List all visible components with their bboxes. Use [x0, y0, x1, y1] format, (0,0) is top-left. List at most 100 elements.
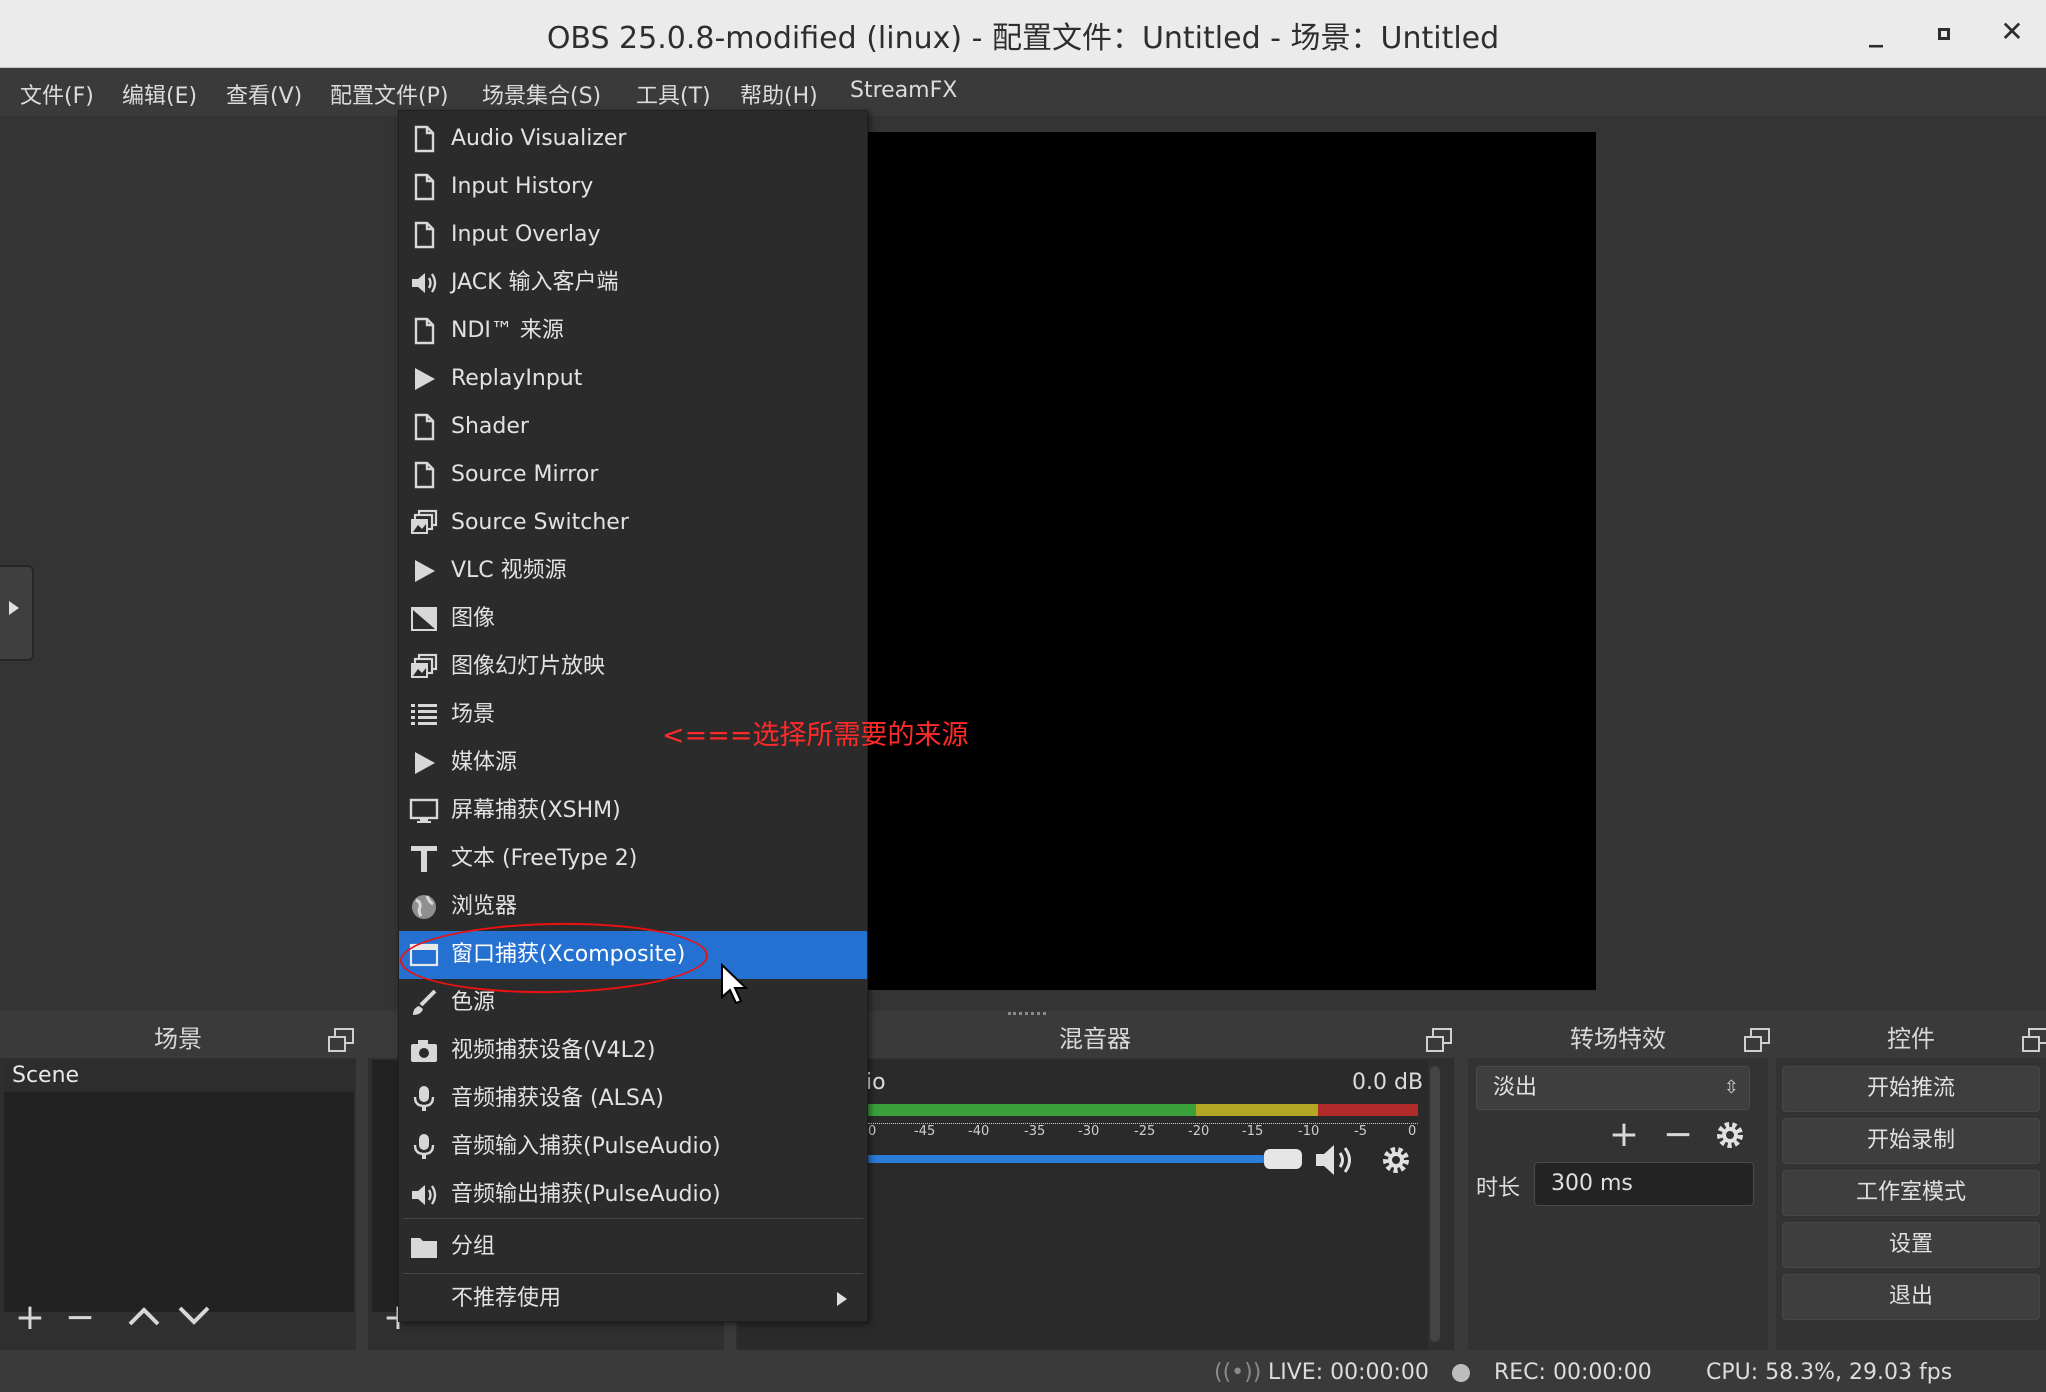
menu-item-label: 场景 — [451, 702, 496, 727]
menu-scene-collection[interactable]: 场景集合(S) — [482, 78, 601, 110]
menu-item-source[interactable]: Input Overlay — [399, 211, 867, 259]
menu-item-label: 屏幕捕获(XSHM) — [451, 798, 621, 823]
remove-scene-button[interactable]: − — [62, 1300, 98, 1336]
settings-button[interactable]: 设置 — [1782, 1222, 2040, 1268]
tick-label: -25 — [1134, 1124, 1156, 1139]
undock-icon[interactable] — [1744, 1028, 1770, 1052]
move-scene-up-button[interactable] — [126, 1300, 162, 1337]
play-icon — [415, 560, 435, 582]
monitor-icon — [409, 798, 439, 823]
gear-icon[interactable] — [1378, 1142, 1414, 1178]
volume-slider[interactable] — [866, 1155, 1266, 1163]
play-icon — [415, 368, 435, 390]
menu-item-label: 浏览器 — [451, 894, 518, 919]
scenes-dock-title: 场景 — [0, 1020, 356, 1058]
dock-splitter-handle[interactable] — [1008, 1012, 1046, 1018]
mixer-scrollbar[interactable] — [1430, 1066, 1440, 1342]
add-transition-button[interactable]: + — [1606, 1117, 1642, 1153]
close-button[interactable]: ✕ — [1994, 14, 2030, 50]
live-signal-icon: ((•)) — [1214, 1360, 1262, 1385]
obs-window: OBS 25.0.8-modified (linux) - 配置文件：Untit… — [0, 0, 2046, 1392]
remove-transition-button[interactable]: − — [1660, 1117, 1696, 1153]
studio-mode-button[interactable]: 工作室模式 — [1782, 1170, 2040, 1216]
brush-icon — [413, 989, 437, 1015]
menu-separator — [403, 1273, 863, 1274]
move-scene-down-button[interactable] — [176, 1300, 212, 1337]
tick-label: -15 — [1242, 1124, 1264, 1139]
menu-item-source[interactable]: 浏览器 — [399, 883, 867, 931]
menu-tools[interactable]: 工具(T) — [636, 78, 711, 110]
start-streaming-button[interactable]: 开始推流 — [1782, 1066, 2040, 1112]
menu-item-label: Source Switcher — [451, 510, 629, 535]
menu-item-source[interactable]: JACK 输入客户端 — [399, 259, 867, 307]
menu-item-deprecated[interactable]: 不推荐使用 — [399, 1275, 867, 1323]
globe-icon — [412, 895, 436, 919]
transition-select[interactable]: 淡出 ⇳ — [1476, 1066, 1750, 1110]
file-icon — [414, 461, 435, 489]
menu-item-source[interactable]: 屏幕捕获(XSHM) — [399, 787, 867, 835]
volume-slider-handle[interactable] — [1264, 1149, 1302, 1169]
menu-item-source[interactable]: NDI™ 来源 — [399, 307, 867, 355]
tick-label: -35 — [1024, 1124, 1046, 1139]
duration-label: 时长 — [1476, 1176, 1521, 1201]
menu-item-source[interactable]: ReplayInput — [399, 355, 867, 403]
menu-item-source[interactable]: Audio Visualizer — [399, 115, 867, 163]
exit-button[interactable]: 退出 — [1782, 1274, 2040, 1320]
play-icon — [415, 752, 435, 774]
minimize-button[interactable]: _ — [1858, 14, 1894, 50]
duration-spinbox[interactable]: 300 ms — [1534, 1162, 1754, 1206]
tick-label: -5 — [1354, 1124, 1367, 1139]
menu-streamfx[interactable]: StreamFX — [850, 78, 957, 103]
menu-edit[interactable]: 编辑(E) — [122, 78, 197, 110]
menu-item-source[interactable]: Source Switcher — [399, 499, 867, 547]
speaker-icon[interactable] — [1312, 1140, 1362, 1180]
menu-item-label: Shader — [451, 414, 529, 439]
menu-item-source[interactable]: 音频输出捕获(PulseAudio) — [399, 1171, 867, 1219]
chevron-up-icon — [128, 1307, 160, 1326]
menu-item-source[interactable]: 音频输入捕获(PulseAudio) — [399, 1123, 867, 1171]
menu-item-source[interactable]: Source Mirror — [399, 451, 867, 499]
undock-icon[interactable] — [2022, 1028, 2046, 1052]
window-title: OBS 25.0.8-modified (linux) - 配置文件：Untit… — [546, 21, 1500, 56]
scenes-list: Scene — [4, 1060, 354, 1312]
menu-item-source[interactable]: Input History — [399, 163, 867, 211]
menu-item-label: NDI™ 来源 — [451, 318, 564, 343]
menu-item-source[interactable]: 文本 (FreeType 2) — [399, 835, 867, 883]
menu-item-label: ReplayInput — [451, 366, 583, 391]
side-panel-toggle[interactable] — [0, 565, 34, 661]
menu-view[interactable]: 查看(V) — [226, 78, 302, 110]
status-bar: ((•)) LIVE: 00:00:00 REC: 00:00:00 CPU: … — [0, 1352, 2046, 1392]
submenu-arrow-icon — [837, 1292, 847, 1306]
menu-item-source[interactable]: 音频捕获设备 (ALSA) — [399, 1075, 867, 1123]
tick-label: -45 — [914, 1124, 936, 1139]
menu-item-label: VLC 视频源 — [451, 558, 567, 583]
menu-item-label: Input History — [451, 174, 594, 199]
gear-icon[interactable] — [1712, 1117, 1748, 1153]
updown-icon: ⇳ — [1723, 1077, 1739, 1098]
volume-meter-yellow — [1196, 1104, 1318, 1116]
undock-icon[interactable] — [328, 1028, 354, 1052]
transition-select-value: 淡出 — [1493, 1075, 1538, 1100]
folder-icon — [411, 1238, 437, 1258]
maximize-button[interactable] — [1926, 14, 1962, 50]
menu-item-source[interactable]: 视频捕获设备(V4L2) — [399, 1027, 867, 1075]
menu-help[interactable]: 帮助(H) — [740, 78, 818, 110]
menu-separator — [403, 1218, 863, 1219]
tick-label: -10 — [1298, 1124, 1320, 1139]
preview-canvas[interactable] — [866, 132, 1596, 990]
menu-item-source[interactable]: 图像幻灯片放映 — [399, 643, 867, 691]
menu-item-group[interactable]: 分组 — [399, 1221, 867, 1273]
undock-icon[interactable] — [1426, 1028, 1452, 1052]
menu-item-source[interactable]: VLC 视频源 — [399, 547, 867, 595]
menu-profile[interactable]: 配置文件(P) — [330, 78, 448, 110]
start-recording-button[interactable]: 开始录制 — [1782, 1118, 2040, 1164]
cpu-fps-readout: CPU: 58.3%, 29.03 fps — [1706, 1360, 1953, 1385]
add-scene-button[interactable]: + — [12, 1300, 48, 1336]
menu-file[interactable]: 文件(F) — [20, 78, 94, 110]
scene-list-item[interactable]: Scene — [4, 1060, 354, 1092]
menu-item-source[interactable]: 图像 — [399, 595, 867, 643]
menu-item-label: 视频捕获设备(V4L2) — [451, 1038, 656, 1063]
menu-item-source[interactable]: Shader — [399, 403, 867, 451]
controls-dock-title: 控件 — [1776, 1020, 2046, 1058]
duration-value: 300 ms — [1551, 1171, 1633, 1196]
